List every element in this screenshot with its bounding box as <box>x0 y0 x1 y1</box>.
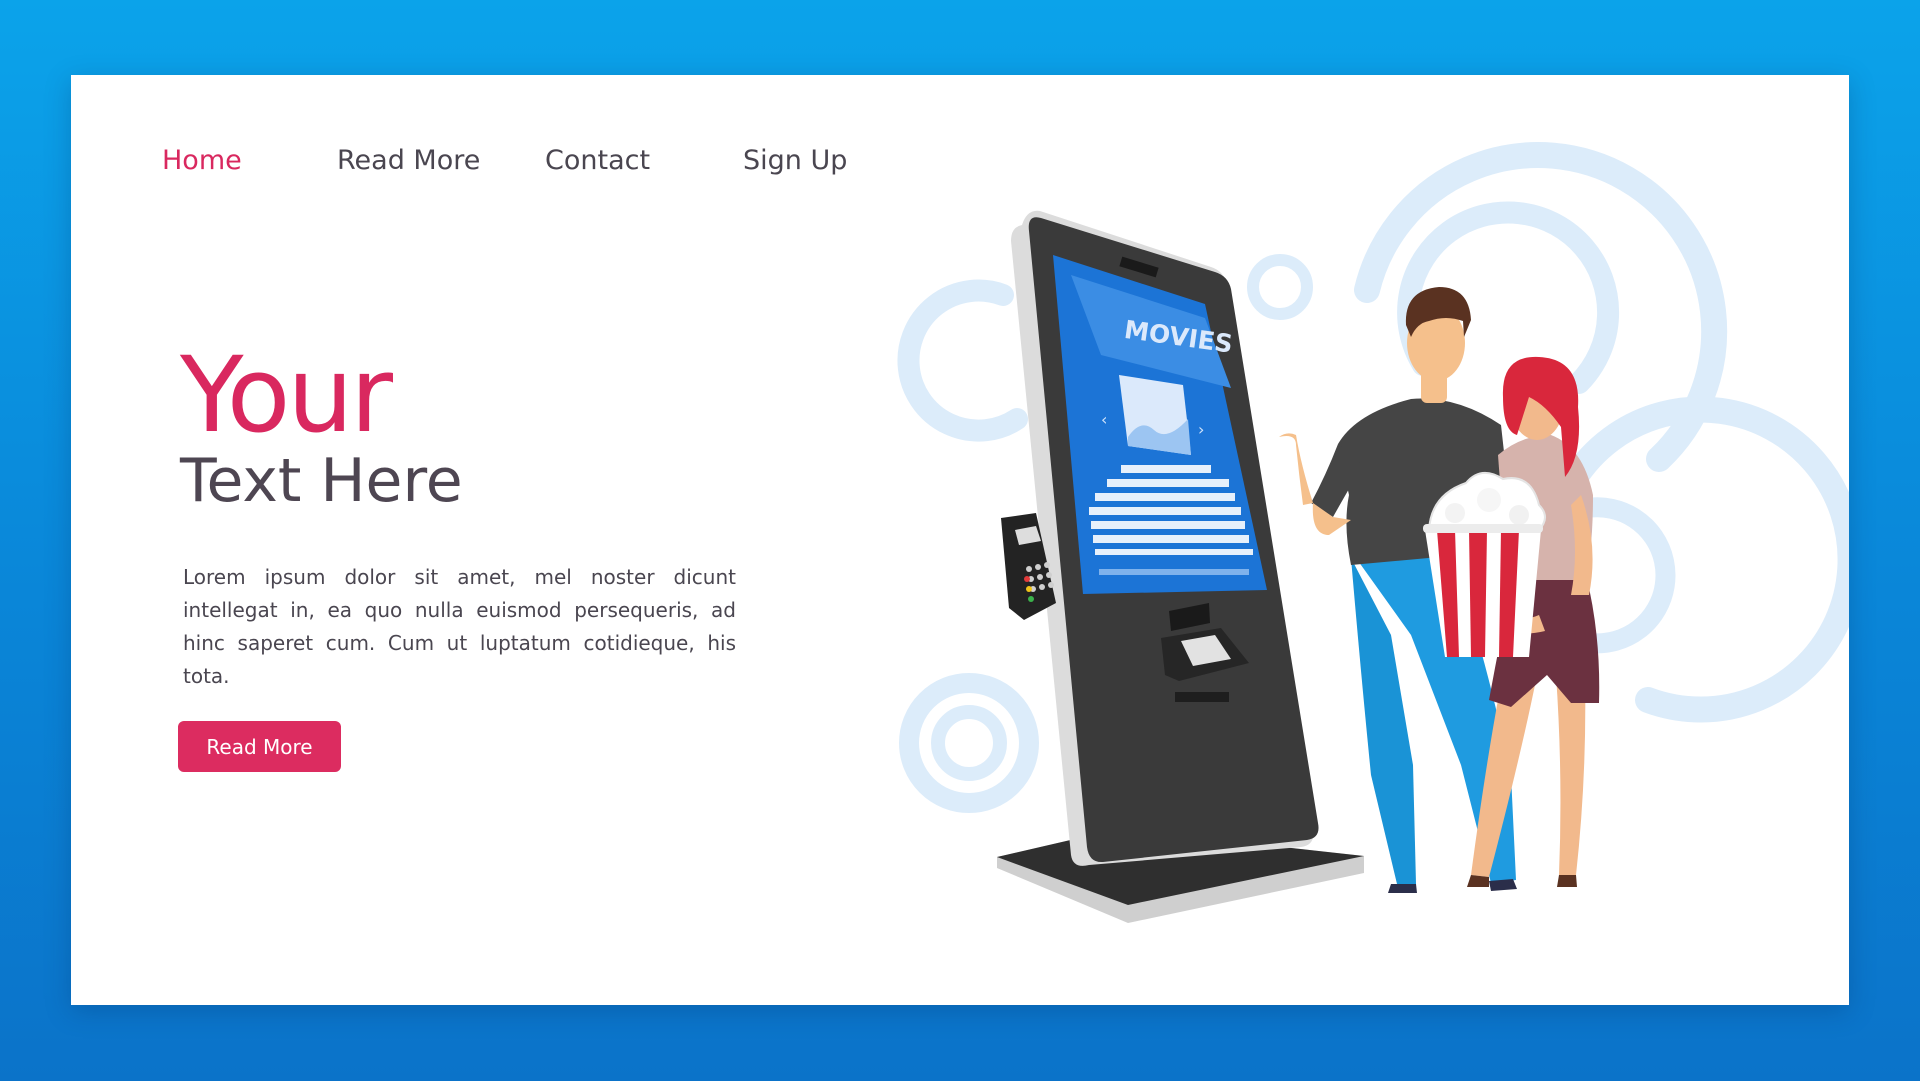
landing-card: Home Read More Contact Sign Up Your Text… <box>71 75 1849 1005</box>
kiosk: MOVIES ‹ › <box>997 210 1364 923</box>
chevron-right-icon: › <box>1198 420 1204 439</box>
popcorn-bucket-icon <box>1423 472 1546 657</box>
chevron-left-icon: ‹ <box>1101 410 1107 429</box>
kiosk-illustration: MOVIES ‹ › <box>897 142 1849 923</box>
